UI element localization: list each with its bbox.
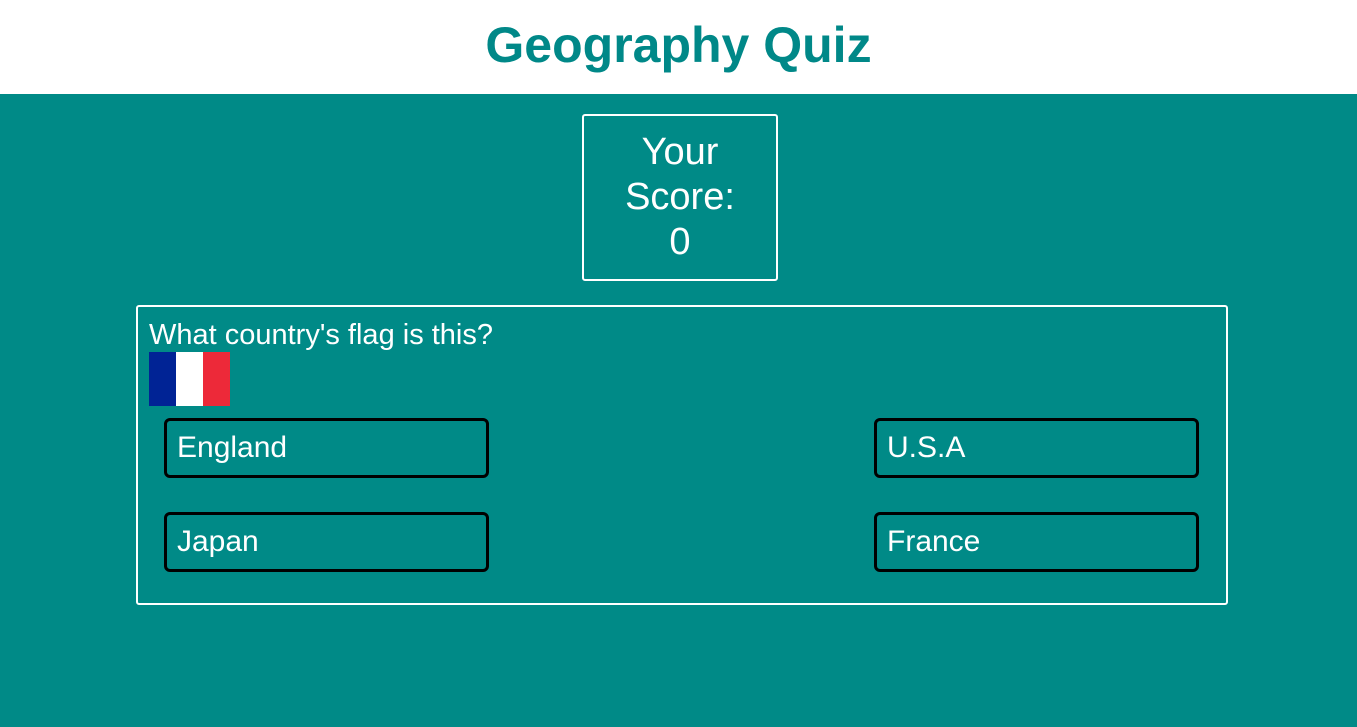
answer-button-usa[interactable]: U.S.A: [874, 418, 1199, 478]
answer-button-japan[interactable]: Japan: [164, 512, 489, 572]
answer-button-france[interactable]: France: [874, 512, 1199, 572]
question-text: What country's flag is this?: [149, 319, 494, 351]
score-label-line1: Your: [641, 131, 719, 173]
score-box: Your Score: 0: [582, 114, 778, 281]
flag-stripe-white: [176, 352, 203, 406]
quiz-area: Your Score: 0 What country's flag is thi…: [0, 94, 1357, 727]
score-label-line2: Score:: [625, 176, 735, 218]
france-flag-icon: [149, 352, 230, 406]
flag-stripe-blue: [149, 352, 176, 406]
page-header: Geography Quiz: [0, 0, 1357, 94]
answer-button-england[interactable]: England: [164, 418, 489, 478]
question-card: What country's flag is this? England U.S…: [136, 305, 1228, 605]
page-title: Geography Quiz: [485, 17, 872, 73]
flag-stripe-red: [203, 352, 230, 406]
score-value: 0: [669, 221, 691, 263]
